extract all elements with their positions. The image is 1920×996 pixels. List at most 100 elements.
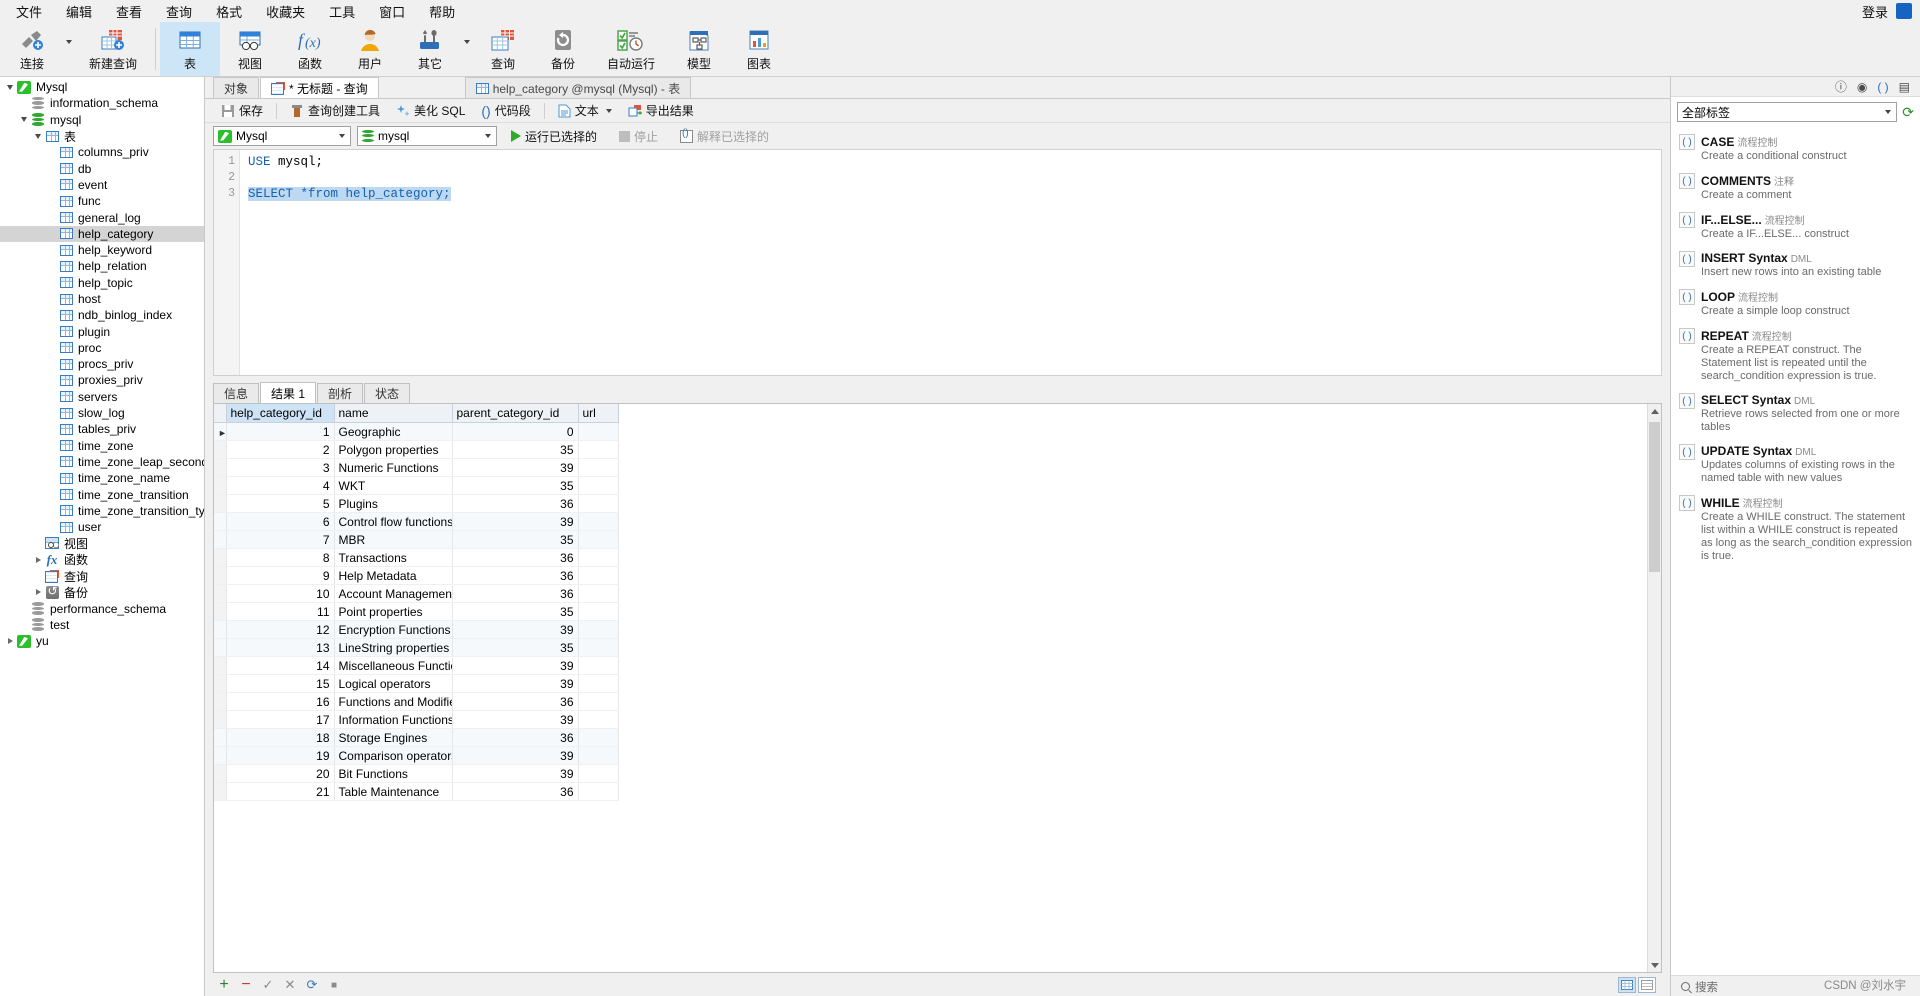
- menu-edit[interactable]: 编辑: [54, 0, 104, 24]
- chevron-down-icon[interactable]: [4, 84, 16, 90]
- scroll-up-button[interactable]: [1648, 404, 1661, 418]
- grid-cell[interactable]: Storage Engines: [334, 728, 453, 747]
- grid-cell[interactable]: 36: [452, 566, 579, 585]
- text-mode-button[interactable]: 文本: [550, 100, 620, 121]
- row-marker[interactable]: [214, 566, 227, 585]
- grid-cell[interactable]: 11: [226, 602, 335, 621]
- form-view-button[interactable]: [1638, 977, 1656, 993]
- menu-tools[interactable]: 工具: [317, 0, 367, 24]
- row-marker[interactable]: [214, 440, 227, 459]
- grid-cell[interactable]: Logical operators: [334, 674, 453, 693]
- chevron-down-icon[interactable]: [32, 133, 44, 139]
- tree-node-time_zone_transition[interactable]: time_zone_transition: [0, 486, 204, 502]
- grid-cell[interactable]: 7: [226, 530, 335, 549]
- grid-cell[interactable]: [578, 674, 619, 693]
- tree-node--[interactable]: 视图: [0, 535, 204, 551]
- tree-node-mysql[interactable]: Mysql: [0, 79, 204, 95]
- export-result-button[interactable]: 导出结果: [620, 100, 702, 121]
- ribbon-view[interactable]: 视图: [220, 22, 280, 76]
- ribbon-backup[interactable]: 备份: [533, 22, 593, 76]
- tree-node-columns_priv[interactable]: columns_priv: [0, 144, 204, 160]
- grid-cell[interactable]: Plugins: [334, 494, 453, 513]
- grid-cell[interactable]: WKT: [334, 476, 453, 495]
- grid-cell[interactable]: [578, 494, 619, 513]
- list-item[interactable]: ( ) REPEAT 流程控制 Create a REPEAT construct. …: [1671, 323, 1920, 388]
- grid-cell[interactable]: 8: [226, 548, 335, 567]
- grid-cell[interactable]: 35: [452, 602, 579, 621]
- grid-corner-cell[interactable]: [214, 404, 227, 423]
- connection-dropdown-caret[interactable]: [62, 40, 75, 58]
- grid-cell[interactable]: 12: [226, 620, 335, 639]
- tree-node-time_zone_leap_second[interactable]: time_zone_leap_second: [0, 454, 204, 470]
- table-row[interactable]: 21 Table Maintenance 36: [214, 782, 619, 801]
- list-item[interactable]: ( ) SELECT Syntax DML Retrieve rows selecte…: [1671, 388, 1920, 439]
- grid-view-button[interactable]: [1618, 977, 1636, 993]
- list-item[interactable]: ( ) INSERT Syntax DML Insert new rows into …: [1671, 246, 1920, 284]
- table-row[interactable]: 5 Plugins 36: [214, 494, 619, 513]
- table-row[interactable]: 9 Help Metadata 36: [214, 566, 619, 585]
- grid-cell[interactable]: Bit Functions: [334, 764, 453, 783]
- window-control-icon[interactable]: [1896, 3, 1912, 19]
- ribbon-function[interactable]: f (x) 函数: [280, 22, 340, 76]
- row-marker[interactable]: [214, 458, 227, 477]
- grid-column-header[interactable]: help_category_id: [226, 404, 335, 423]
- grid-cell[interactable]: 39: [452, 458, 579, 477]
- row-marker[interactable]: [214, 548, 227, 567]
- cancel-edit-button[interactable]: ✕: [279, 975, 301, 995]
- snippet-icon[interactable]: ( ): [1877, 80, 1888, 94]
- row-marker[interactable]: [214, 728, 227, 747]
- row-marker[interactable]: [214, 674, 227, 693]
- grid-cell[interactable]: 36: [452, 692, 579, 711]
- chevron-down-icon[interactable]: [18, 117, 30, 123]
- tree-node-help_relation[interactable]: help_relation: [0, 258, 204, 274]
- table-row[interactable]: 14Miscellaneous Functions39: [214, 656, 619, 675]
- tree-node--[interactable]: fx 函数: [0, 552, 204, 568]
- tree-node-proxies_priv[interactable]: proxies_priv: [0, 372, 204, 388]
- grid-cell[interactable]: 6: [226, 512, 335, 531]
- grid-cell[interactable]: 39: [452, 764, 579, 783]
- grid-cell[interactable]: Point properties: [334, 602, 453, 621]
- tree-node-slow_log[interactable]: slow_log: [0, 405, 204, 421]
- grid-cell[interactable]: 39: [452, 710, 579, 729]
- grid-cell[interactable]: [578, 620, 619, 639]
- list-item[interactable]: ( ) WHILE 流程控制 Create a WHILE construct. Th…: [1671, 490, 1920, 568]
- result-tab-status[interactable]: 状态: [364, 383, 411, 403]
- grid-cell[interactable]: 16: [226, 692, 335, 711]
- tree-node-general_log[interactable]: general_log: [0, 209, 204, 225]
- chevron-down-icon[interactable]: [605, 108, 612, 113]
- grid-cell[interactable]: Functions and Modifiers f: [334, 692, 453, 711]
- table-row[interactable]: 4 WKT 35: [214, 476, 619, 495]
- tree-node--[interactable]: 备份: [0, 584, 204, 600]
- grid-cell[interactable]: [578, 548, 619, 567]
- tree-node-performance_schema[interactable]: performance_schema: [0, 601, 204, 617]
- grid-cell[interactable]: [578, 440, 619, 459]
- tree-node-servers[interactable]: servers: [0, 389, 204, 405]
- grid-cell[interactable]: [578, 530, 619, 549]
- tab-objects[interactable]: 对象: [213, 77, 260, 98]
- row-marker[interactable]: [214, 530, 227, 549]
- grid-cell[interactable]: 35: [452, 476, 579, 495]
- grid-cell[interactable]: 36: [452, 548, 579, 567]
- menu-favorites[interactable]: 收藏夹: [254, 0, 317, 24]
- tree-node-information_schema[interactable]: information_schema: [0, 95, 204, 111]
- tree-node-event[interactable]: event: [0, 177, 204, 193]
- ribbon-chart[interactable]: 图表: [729, 22, 789, 76]
- query-builder-button[interactable]: 查询创建工具: [282, 100, 388, 121]
- snippet-list[interactable]: ( ) CASE 流程控制 Create a conditional construc…: [1671, 127, 1920, 975]
- grid-cell[interactable]: MBR: [334, 530, 453, 549]
- structure-icon[interactable]: ▤: [1899, 80, 1910, 94]
- grid-cell[interactable]: LineString properties: [334, 638, 453, 657]
- delete-record-button[interactable]: −: [235, 975, 257, 995]
- ribbon-model[interactable]: 模型: [669, 22, 729, 76]
- grid-cell[interactable]: [578, 584, 619, 603]
- row-marker[interactable]: [214, 782, 227, 801]
- list-item[interactable]: ( ) IF...ELSE... 流程控制 Create a IF...ELSE...…: [1671, 207, 1920, 246]
- row-marker[interactable]: [214, 494, 227, 513]
- grid-cell[interactable]: 20: [226, 764, 335, 783]
- grid-cell[interactable]: [578, 728, 619, 747]
- grid-cell[interactable]: 14: [226, 656, 335, 675]
- grid-cell[interactable]: 9: [226, 566, 335, 585]
- grid-cell[interactable]: 2: [226, 440, 335, 459]
- row-marker[interactable]: [214, 638, 227, 657]
- grid-cell[interactable]: 39: [452, 512, 579, 531]
